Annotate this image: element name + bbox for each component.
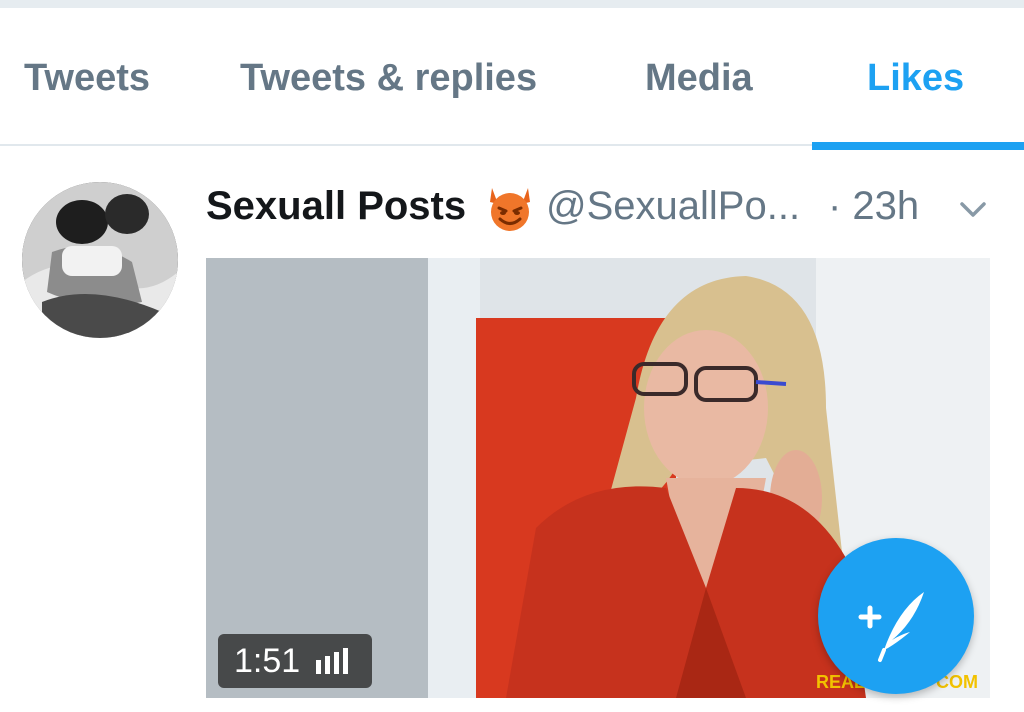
profile-tabs: Tweets Tweets & replies Media Likes bbox=[0, 8, 1024, 150]
tweet-timestamp[interactable]: · 23h bbox=[828, 184, 919, 229]
active-tab-indicator bbox=[812, 142, 1024, 150]
volume-bars-icon bbox=[316, 648, 349, 674]
compose-tweet-button[interactable] bbox=[818, 538, 974, 694]
top-status-strip bbox=[0, 0, 1024, 8]
video-duration: 1:51 bbox=[234, 642, 301, 680]
display-name[interactable]: Sexuall Posts bbox=[206, 184, 466, 229]
user-handle[interactable]: @SexuallPo... bbox=[546, 184, 800, 229]
tab-likes[interactable]: Likes bbox=[867, 56, 964, 100]
tab-tweets-replies[interactable]: Tweets & replies bbox=[240, 56, 537, 100]
compose-feather-icon bbox=[858, 592, 924, 662]
chevron-down-icon[interactable] bbox=[958, 194, 988, 224]
tab-media[interactable]: Media bbox=[645, 56, 753, 100]
avatar[interactable] bbox=[22, 182, 178, 338]
smiling-devil-icon bbox=[484, 182, 536, 234]
video-duration-badge: 1:51 bbox=[218, 634, 373, 688]
avatar-image bbox=[22, 182, 178, 338]
tab-tweets[interactable]: Tweets bbox=[24, 56, 150, 100]
